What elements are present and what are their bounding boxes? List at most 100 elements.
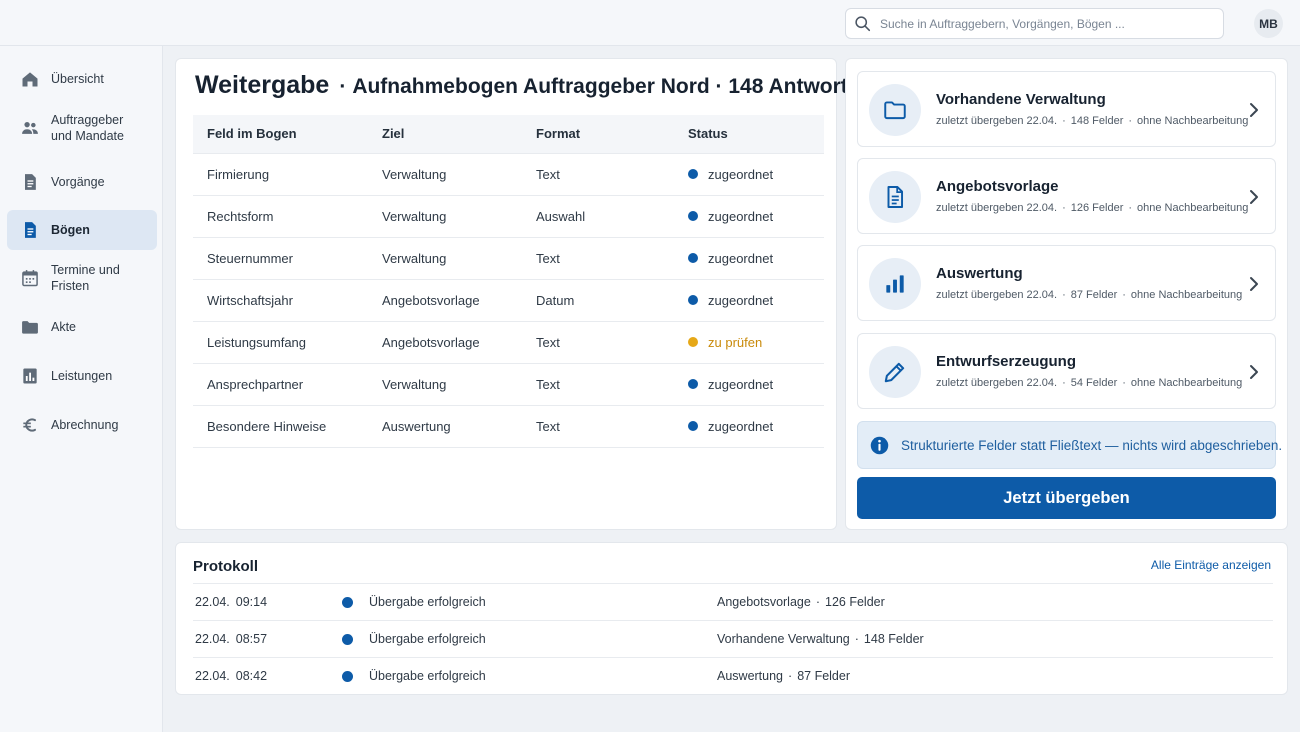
cell-field: Wirtschaftsjahr [193,279,368,322]
cell-format: Text [522,237,674,280]
cell-field: Besondere Hinweise [193,405,368,448]
meta-separator: · [1128,115,1133,127]
meta-separator: · [1062,377,1066,389]
folder-icon [22,321,38,334]
folder-icon [884,101,906,120]
protocol-target: Auswertung · 87 Felder [717,669,850,683]
sidebar-item-label: Leistungen [51,369,113,383]
column-header-format[interactable]: Format [522,115,674,154]
sidebar-item-abrechnung[interactable]: Abrechnung [7,405,157,445]
targets-panel: Vorhandene Verwaltung zuletzt übergeben … [845,58,1288,530]
cell-field: Rechtsform [193,195,368,238]
cell-format: Auswahl [522,195,674,238]
table-row[interactable]: Firmierung Verwaltung Text zugeordnet [193,153,824,196]
status-dot-icon [688,211,698,222]
transfer-now-button[interactable]: Jetzt übergeben [857,477,1276,519]
cell-target: Verwaltung [368,237,522,280]
info-banner: Strukturierte Felder statt Fließtext — n… [857,421,1282,469]
protocol-field-count: 126 Felder [825,595,885,609]
protocol-target: Angebotsvorlage · 126 Felder [717,595,885,609]
cell-target: Verwaltung [368,195,522,238]
card-last-transfer: zuletzt übergeben 22.04. [936,202,1058,214]
target-card-auswertung[interactable]: Auswertung zuletzt übergeben 22.04. · 87 F… [857,245,1276,321]
cell-status: zu prüfen [674,321,824,364]
sidebar-item-termine[interactable]: Termine und Fristen [7,258,157,298]
sidebar-item-label: Akte [51,320,77,334]
table-row[interactable]: Wirtschaftsjahr Angebotsvorlage Datum zugeo… [193,279,824,322]
cell-status: zugeordnet [674,279,824,322]
card-note: ohne Nachbearbeitung [1137,115,1249,127]
card-meta: zuletzt übergeben 22.04. · 126 Felder · ohne… [936,202,1248,214]
cell-format: Text [522,153,674,196]
card-meta: zuletzt übergeben 22.04. · 54 Felder · ohne … [936,377,1242,389]
info-text: Strukturierte Felder statt Fließtext — n… [901,437,1283,453]
protocol-datetime: 22.04. 08:42 [195,669,267,683]
table-row[interactable]: Ansprechpartner Verwaltung Text zugeordnet [193,363,824,406]
table-row[interactable]: Steuernummer Verwaltung Text zugeordnet [193,237,824,280]
status-dot-icon [688,169,698,180]
protocol-field-count: 148 Felder [863,632,924,646]
form-icon [25,222,36,238]
sidebar-item-uebersicht[interactable]: Übersicht [7,59,157,99]
card-title: Auswertung [936,265,1023,282]
card-title: Vorhandene Verwaltung [936,91,1106,108]
sidebar-item-vorgaenge[interactable]: Vorgänge [7,162,157,202]
status-dot-icon [688,421,698,432]
sidebar-item-auftraggeber[interactable]: Auftraggeber und Mandate [7,107,157,149]
table-row[interactable]: Leistungsumfang Angebotsvorlage Text zu prü… [193,321,824,364]
card-icon-wrap [869,84,921,136]
protocol-row: 22.04. 08:57 Übergabe erfolgreich Vorhanden… [193,620,1273,657]
protocol-date: 22.04. [195,595,230,609]
protocol-target: Vorhandene Verwaltung · 148 Felder [717,632,924,646]
status-label: zu prüfen [708,334,763,350]
protocol-status: Übergabe erfolgreich [369,669,486,683]
card-meta: zuletzt übergeben 22.04. · 87 Felder · ohne … [936,289,1242,301]
meta-separator: · [1128,202,1133,214]
search-input[interactable] [880,16,1210,31]
chevron-right-icon [1250,190,1258,204]
cell-format: Text [522,321,674,364]
card-note: ohne Nachbearbeitung [1130,377,1243,389]
protocol-field-count: 87 Felder [797,669,850,683]
meta-separator: · [788,669,793,683]
card-field-count: 148 Felder [1070,115,1124,127]
sidebar-item-leistungen[interactable]: Leistungen [7,356,157,396]
sidebar-item-label: Übersicht [51,72,104,86]
sidebar-item-label: Auftraggeber und Mandate [51,113,124,143]
cell-target: Auswertung [368,405,522,448]
users-icon [22,122,38,134]
search-box[interactable] [845,8,1224,39]
protocol-date: 22.04. [195,632,230,646]
column-header-status[interactable]: Status [674,115,824,154]
table-row[interactable]: Rechtsform Verwaltung Auswahl zugeordnet [193,195,824,238]
target-card-verwaltung[interactable]: Vorhandene Verwaltung zuletzt übergeben … [857,71,1276,147]
avatar[interactable]: MB [1254,9,1283,38]
target-card-angebotsvorlage[interactable]: Angebotsvorlage zuletzt übergeben 22.04.… [857,158,1276,234]
document-icon [887,186,904,208]
status-dot-icon [688,379,698,390]
sidebar-item-label: Vorgänge [51,175,105,189]
show-all-entries-link[interactable]: Alle Einträge anzeigen [1151,558,1271,572]
status-label: zugeordnet [708,292,774,308]
table-header-row: Feld im Bogen Ziel Format Status [193,115,824,154]
cell-target: Verwaltung [368,363,522,406]
protocol-status: Übergabe erfolgreich [369,632,486,646]
cell-field: Firmierung [193,153,368,196]
meta-separator: · [1122,377,1126,389]
sidebar-item-boegen[interactable]: Bögen [7,210,157,250]
sidebar-item-akte[interactable]: Akte [7,307,157,347]
document-icon [25,174,36,190]
card-icon-wrap [869,258,921,310]
table-row[interactable]: Besondere Hinweise Auswertung Text zugeordn… [193,405,824,448]
cell-field: Steuernummer [193,237,368,280]
protocol-datetime: 22.04. 08:57 [195,632,267,646]
protocol-time: 08:57 [235,632,268,646]
target-card-entwurfserzeugung[interactable]: Entwurfserzeugung zuletzt übergeben 22.0… [857,333,1276,409]
calendar-icon [22,270,38,287]
sidebar-item-label: Termine und Fristen [51,263,120,293]
column-header-field[interactable]: Feld im Bogen [193,115,368,154]
meta-separator: · [1062,289,1066,301]
column-header-target[interactable]: Ziel [368,115,522,154]
protocol-row: 22.04. 08:42 Übergabe erfolgreich Auswertun… [193,657,1273,694]
cell-status: zugeordnet [674,195,824,238]
